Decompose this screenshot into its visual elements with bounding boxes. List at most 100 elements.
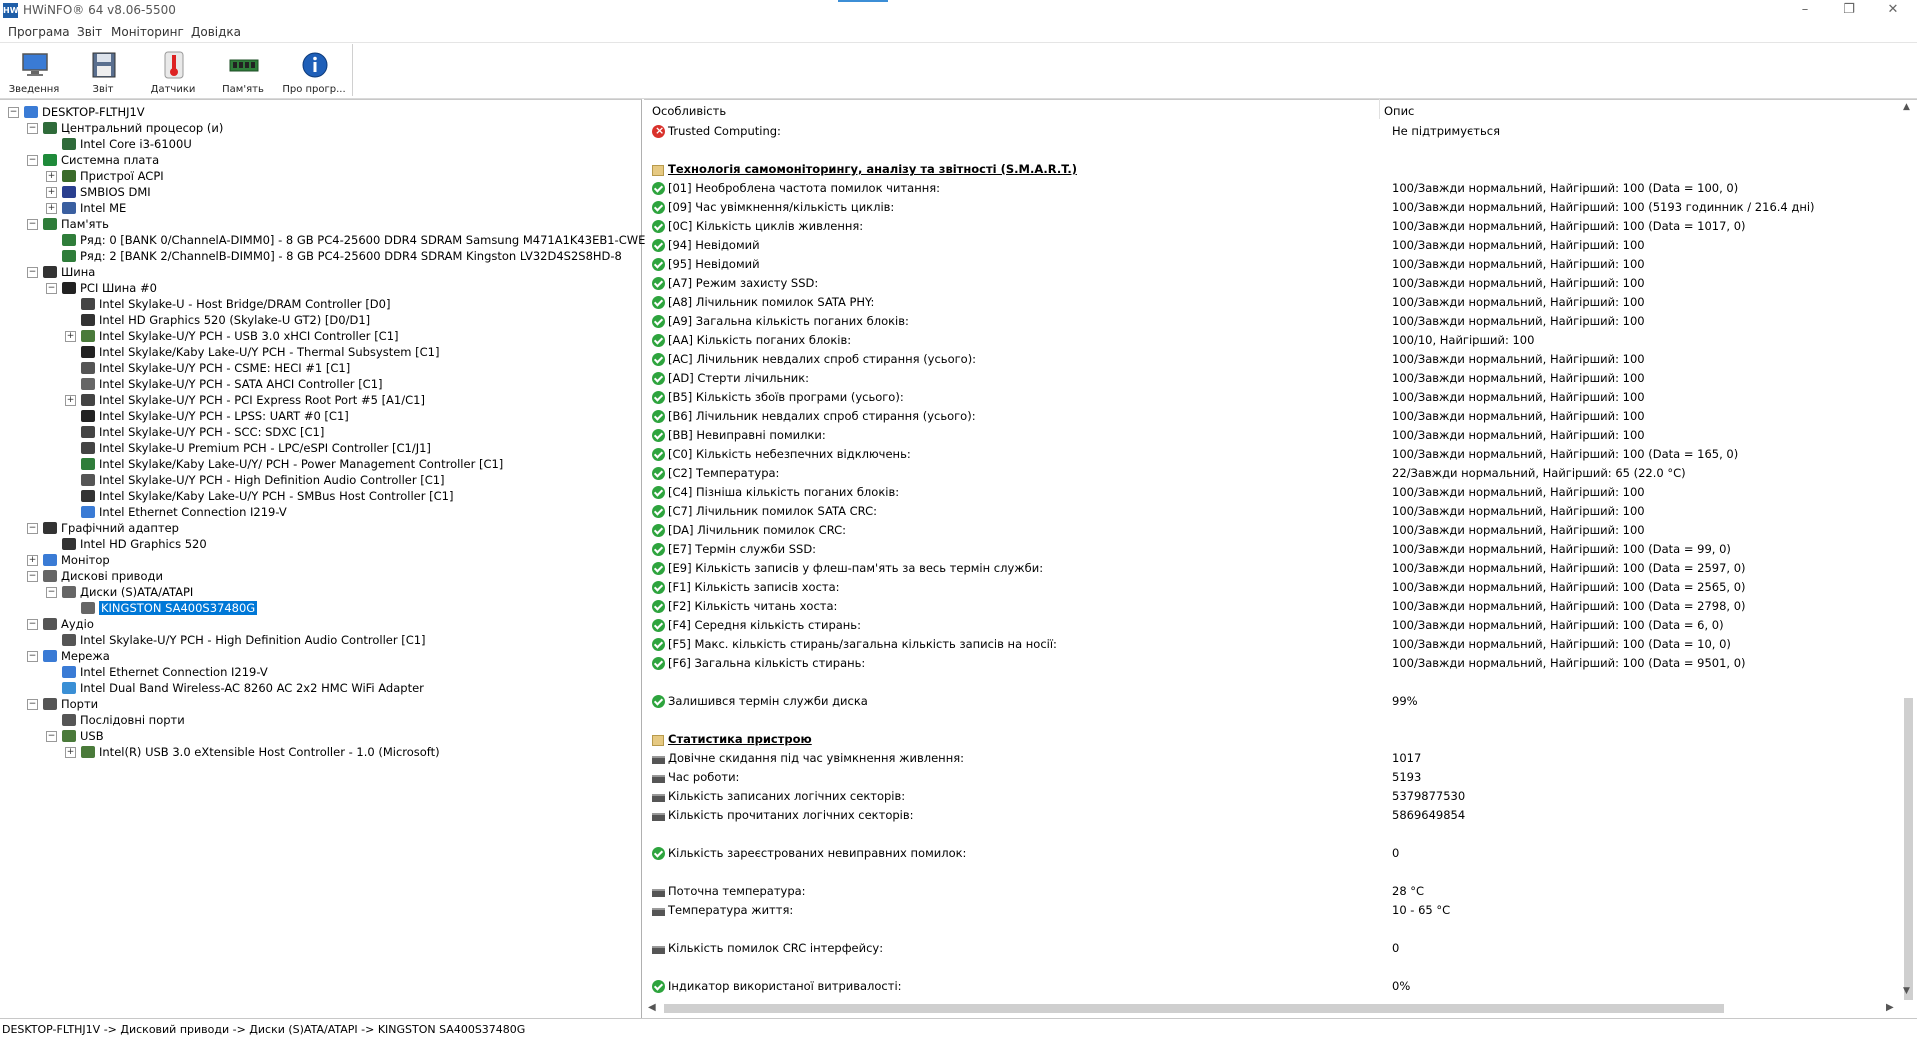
horizontal-scrollbar[interactable]: ◀ ▶ xyxy=(644,1000,1900,1017)
collapse-icon[interactable]: − xyxy=(46,587,57,598)
tree-item[interactable]: Intel HD Graphics 520 xyxy=(0,536,640,552)
tree-item[interactable]: Intel Skylake-U/Y PCH - High Definition … xyxy=(0,472,640,488)
details-row[interactable]: Поточна температура: 28 °C xyxy=(652,882,1892,900)
report-button[interactable]: Звіт xyxy=(70,47,136,97)
details-row[interactable]: Кількість прочитаних логічних секторів: 5… xyxy=(652,806,1892,824)
expand-icon[interactable]: + xyxy=(46,187,57,198)
collapse-icon[interactable]: − xyxy=(8,107,19,118)
details-row[interactable]: [AC] Лічильник невдалих спроб стирання (… xyxy=(652,350,1892,368)
expand-icon[interactable]: + xyxy=(65,395,76,406)
tree-item[interactable]: − Мережа xyxy=(0,648,640,664)
tree-item[interactable]: Intel Skylake-U Premium PCH - LPC/eSPI C… xyxy=(0,440,640,456)
tree-item[interactable]: Intel Ethernet Connection I219-V xyxy=(0,664,640,680)
expand-icon[interactable]: + xyxy=(65,747,76,758)
tree-item[interactable]: + Intel Skylake-U/Y PCH - USB 3.0 xHCI Co… xyxy=(0,328,640,344)
tree-item[interactable]: Intel Skylake-U/Y PCH - LPSS: UART #0 [C… xyxy=(0,408,640,424)
tree-item[interactable]: Intel Core i3-6100U xyxy=(0,136,640,152)
tree-item[interactable]: − Системна плата xyxy=(0,152,640,168)
expand-icon[interactable]: + xyxy=(65,331,76,342)
collapse-icon[interactable]: − xyxy=(46,731,57,742)
tree-item[interactable]: + Пристрої ACPI xyxy=(0,168,640,184)
details-row[interactable]: Кількість помилок CRC інтерфейсу: 0 xyxy=(652,939,1892,957)
tree-item[interactable]: + SMBIOS DMI xyxy=(0,184,640,200)
details-row[interactable]: [09] Час увімкнення/кількість циклів: 100… xyxy=(652,198,1892,216)
minimize-button[interactable]: – xyxy=(1783,0,1827,22)
tree-item[interactable]: Intel Skylake/Kaby Lake-U/Y PCH - Therma… xyxy=(0,344,640,360)
menu-help[interactable]: Довідка xyxy=(191,25,241,39)
details-row[interactable]: [BB] Невиправні помилки: 100/Завжди норма… xyxy=(652,426,1892,444)
details-section-header[interactable]: Статистика пристрою xyxy=(652,730,1892,748)
details-row[interactable]: [94] Невідомий 100/Завжди нормальний, Най… xyxy=(652,236,1892,254)
vertical-scrollbar[interactable]: ▲ ▼ xyxy=(1900,100,1917,1000)
collapse-icon[interactable]: − xyxy=(27,571,38,582)
tree-item[interactable]: + Intel(R) USB 3.0 eXtensible Host Contro… xyxy=(0,744,640,760)
details-row[interactable]: [A7] Режим захисту SSD: 100/Завжди нормал… xyxy=(652,274,1892,292)
menu-report[interactable]: Звіт xyxy=(77,25,102,39)
expand-icon[interactable]: + xyxy=(46,171,57,182)
collapse-icon[interactable]: − xyxy=(27,155,38,166)
details-row[interactable]: [E9] Кількість записів у флеш-пам'ять за… xyxy=(652,559,1892,577)
tree-item[interactable]: KINGSTON SA400S37480G xyxy=(0,600,640,616)
tree-item[interactable]: Intel Dual Band Wireless-AC 8260 AC 2x2 … xyxy=(0,680,640,696)
horizontal-scroll-thumb[interactable] xyxy=(664,1004,1724,1013)
details-row[interactable]: [C0] Кількість небезпечних відключень: 10… xyxy=(652,445,1892,463)
details-row[interactable] xyxy=(652,863,1892,881)
vertical-scroll-thumb[interactable] xyxy=(1904,698,1913,1000)
tree-item[interactable]: Ряд: 0 [BANK 0/ChannelA-DIMM0] - 8 GB PC… xyxy=(0,232,645,248)
tree-item[interactable]: Ряд: 2 [BANK 2/ChannelB-DIMM0] - 8 GB PC… xyxy=(0,248,640,264)
details-row[interactable]: Час роботи: 5193 xyxy=(652,768,1892,786)
menu-program[interactable]: Програма xyxy=(8,25,70,39)
details-row[interactable]: [01] Необроблена частота помилок читання… xyxy=(652,179,1892,197)
details-row[interactable]: [E7] Термін служби SSD: 100/Завжди нормал… xyxy=(652,540,1892,558)
tree-item[interactable]: − Диски (S)ATA/ATAPI xyxy=(0,584,640,600)
details-row[interactable] xyxy=(652,673,1892,691)
scroll-left-icon[interactable]: ◀ xyxy=(648,1002,656,1013)
details-row[interactable]: Залишився термін служби диска 99% xyxy=(652,692,1892,710)
details-row[interactable]: [AD] Стерти лічильник: 100/Завжди нормаль… xyxy=(652,369,1892,387)
details-row[interactable]: Кількість записаних логічних секторів: 53… xyxy=(652,787,1892,805)
expand-icon[interactable]: + xyxy=(46,203,57,214)
collapse-icon[interactable]: − xyxy=(27,219,38,230)
details-row[interactable] xyxy=(652,825,1892,843)
details-row[interactable]: [A8] Лічильник помилок SATA PHY: 100/Завж… xyxy=(652,293,1892,311)
about-button[interactable]: Про прогр... xyxy=(281,47,347,97)
tree-item[interactable]: − USB xyxy=(0,728,640,744)
collapse-icon[interactable]: − xyxy=(27,123,38,134)
tree-item[interactable]: Intel HD Graphics 520 (Skylake-U GT2) [D… xyxy=(0,312,640,328)
tree-item[interactable]: + Монітор xyxy=(0,552,640,568)
details-row[interactable]: [F2] Кількість читань хоста: 100/Завжди н… xyxy=(652,597,1892,615)
column-divider[interactable] xyxy=(1379,99,1380,119)
column-header-feature[interactable]: Особливість xyxy=(652,104,726,118)
details-row[interactable]: Trusted Computing: Не підтримується xyxy=(652,122,1892,140)
scroll-down-icon[interactable]: ▼ xyxy=(1903,986,1910,996)
details-section-header[interactable]: Технологія самомоніторингу, аналізу та з… xyxy=(652,160,1892,178)
tree-item[interactable]: − Графічний адаптер xyxy=(0,520,640,536)
menu-monitoring[interactable]: Моніторинг xyxy=(111,25,184,39)
details-row[interactable] xyxy=(652,920,1892,938)
tree-item[interactable]: − Шина xyxy=(0,264,640,280)
details-row[interactable] xyxy=(652,141,1892,159)
tree-item[interactable]: + Intel Skylake-U/Y PCH - PCI Express Roo… xyxy=(0,392,640,408)
scroll-up-icon[interactable]: ▲ xyxy=(1903,102,1910,112)
details-row[interactable]: [C4] Пізніша кількість поганих блоків: 10… xyxy=(652,483,1892,501)
tree-item[interactable]: Intel Ethernet Connection I219-V xyxy=(0,504,640,520)
details-row[interactable]: [F4] Середня кількість стирань: 100/Завжд… xyxy=(652,616,1892,634)
restore-button[interactable]: ❐ xyxy=(1827,0,1871,22)
summary-button[interactable]: Зведення xyxy=(1,47,67,97)
tree-item[interactable]: − Пам'ять xyxy=(0,216,640,232)
collapse-icon[interactable]: − xyxy=(46,283,57,294)
tree-item[interactable]: Послідовні порти xyxy=(0,712,640,728)
column-header-description[interactable]: Опис xyxy=(1384,104,1414,118)
collapse-icon[interactable]: − xyxy=(27,699,38,710)
details-row[interactable]: [B5] Кількість збоїв програми (усього): 1… xyxy=(652,388,1892,406)
sensors-button[interactable]: Датчики xyxy=(140,47,206,97)
tree-item[interactable]: Intel Skylake-U/Y PCH - CSME: HECI #1 [C… xyxy=(0,360,640,376)
details-row[interactable]: Температура життя: 10 - 65 °C xyxy=(652,901,1892,919)
details-row[interactable] xyxy=(652,958,1892,976)
details-row[interactable]: [DA] Лічильник помилок CRC: 100/Завжди но… xyxy=(652,521,1892,539)
close-button[interactable]: ✕ xyxy=(1871,0,1915,22)
memory-button[interactable]: Пам'ять xyxy=(210,47,276,97)
details-row[interactable]: [F1] Кількість записів хоста: 100/Завжди … xyxy=(652,578,1892,596)
details-row[interactable]: [B6] Лічильник невдалих спроб стирання (… xyxy=(652,407,1892,425)
details-row[interactable]: [A9] Загальна кількість поганих блоків: 1… xyxy=(652,312,1892,330)
